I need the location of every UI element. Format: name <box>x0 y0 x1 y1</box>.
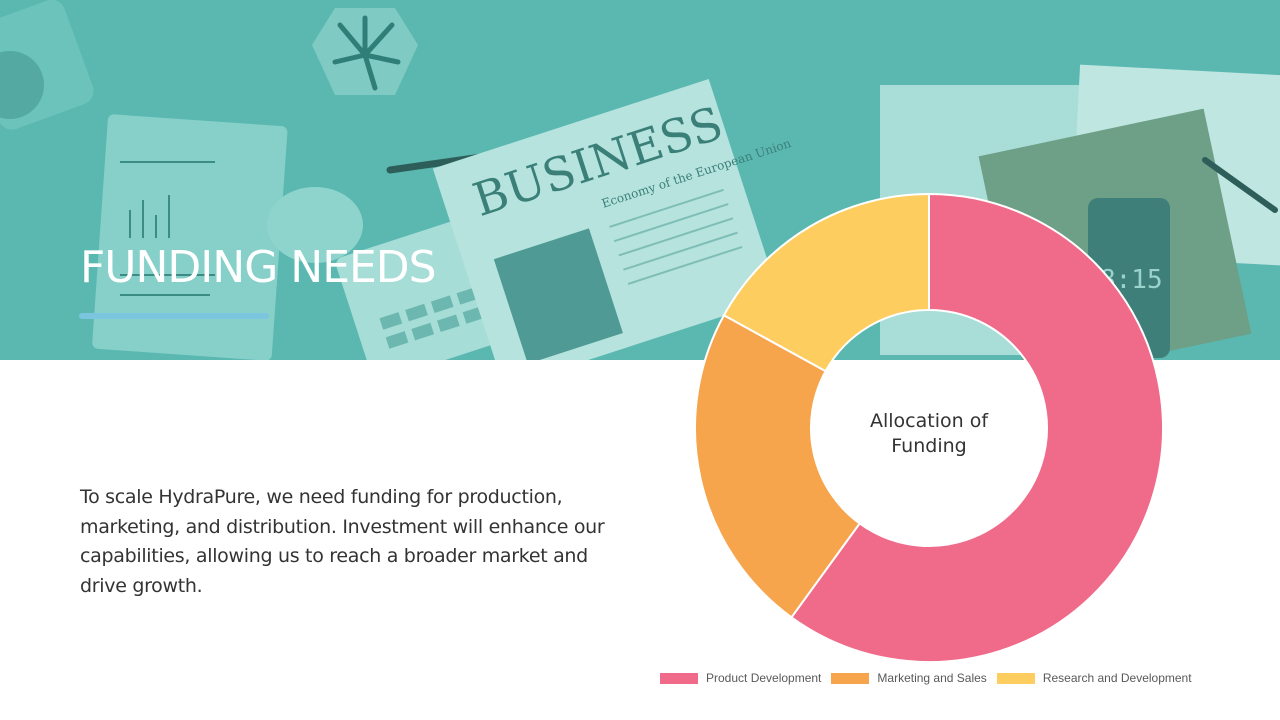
legend-swatch <box>996 672 1035 684</box>
legend-label: Marketing and Sales <box>877 671 987 685</box>
funding-donut-chart: Allocation of Funding <box>694 192 1164 663</box>
chart-legend: Product Development Marketing and Sales … <box>660 671 1202 685</box>
legend-swatch <box>660 672 698 684</box>
legend-item-research-and-development: Research and Development <box>996 671 1192 685</box>
legend-item-product-development: Product Development <box>660 671 821 685</box>
legend-label: Product Development <box>706 671 822 685</box>
chart-center-label-line1: Allocation of <box>870 410 989 432</box>
legend-item-marketing-and-sales: Marketing and Sales <box>831 671 987 685</box>
legend-label: Research and Development <box>1042 671 1192 685</box>
legend-swatch <box>831 672 870 684</box>
chart-center-label-line2: Funding <box>891 435 966 457</box>
